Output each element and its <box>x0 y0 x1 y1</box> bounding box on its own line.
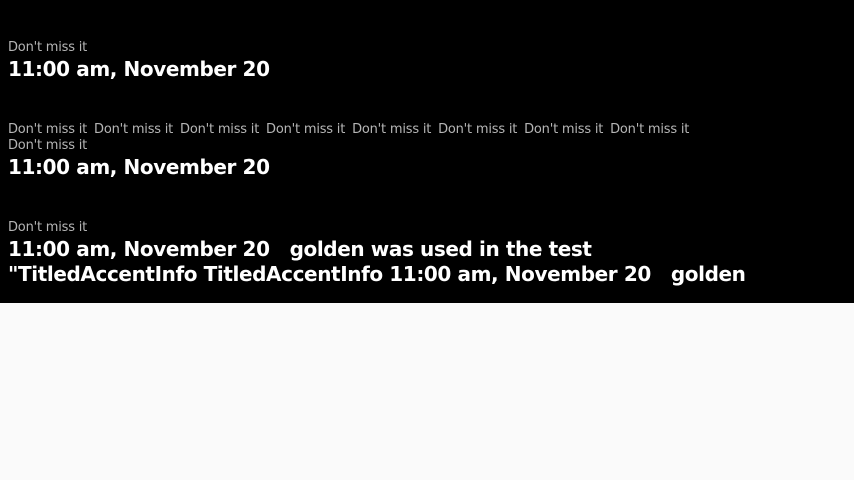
preview-canvas: Don't miss it 11:00 am, November 20 Don'… <box>0 0 854 303</box>
headline-text: 11:00 am, November 20 <box>8 237 270 261</box>
kicker-repeat-item: Don't miss it <box>438 122 518 137</box>
overflow-headline-text: "TitledAccentInfo TitledAccentInfo 11:00… <box>8 262 651 286</box>
kicker-repeat-item: Don't miss it <box>610 122 690 137</box>
kicker-repeat-item: Don't miss it <box>352 122 432 137</box>
kicker-repeat-item: Don't miss it <box>94 122 174 137</box>
kicker-text: Don't miss it <box>8 40 88 55</box>
headline-suffix-text: golden was used in the test <box>289 237 592 261</box>
kicker-text: Don't miss it <box>8 220 88 235</box>
overflow-headline-row: "TitledAccentInfo TitledAccentInfo 11:00… <box>8 262 746 286</box>
kicker-repeat-item: Don't miss it <box>524 122 604 137</box>
kicker-repeat-row: Don't miss it Don't miss it Don't miss i… <box>8 122 692 137</box>
overflow-headline-tail: golden <box>670 262 746 286</box>
kicker-repeat-item: Don't miss it <box>8 122 88 137</box>
headline-row: 11:00 am, November 20 golden was used in … <box>8 237 592 261</box>
headline-text: 11:00 am, November 20 <box>8 155 270 179</box>
kicker-repeat-item: Don't miss it <box>266 122 346 137</box>
headline-text: 11:00 am, November 20 <box>8 57 270 81</box>
kicker-repeat-item: Don't miss it <box>180 122 260 137</box>
kicker-wrap-text: Don't miss it <box>8 138 88 153</box>
